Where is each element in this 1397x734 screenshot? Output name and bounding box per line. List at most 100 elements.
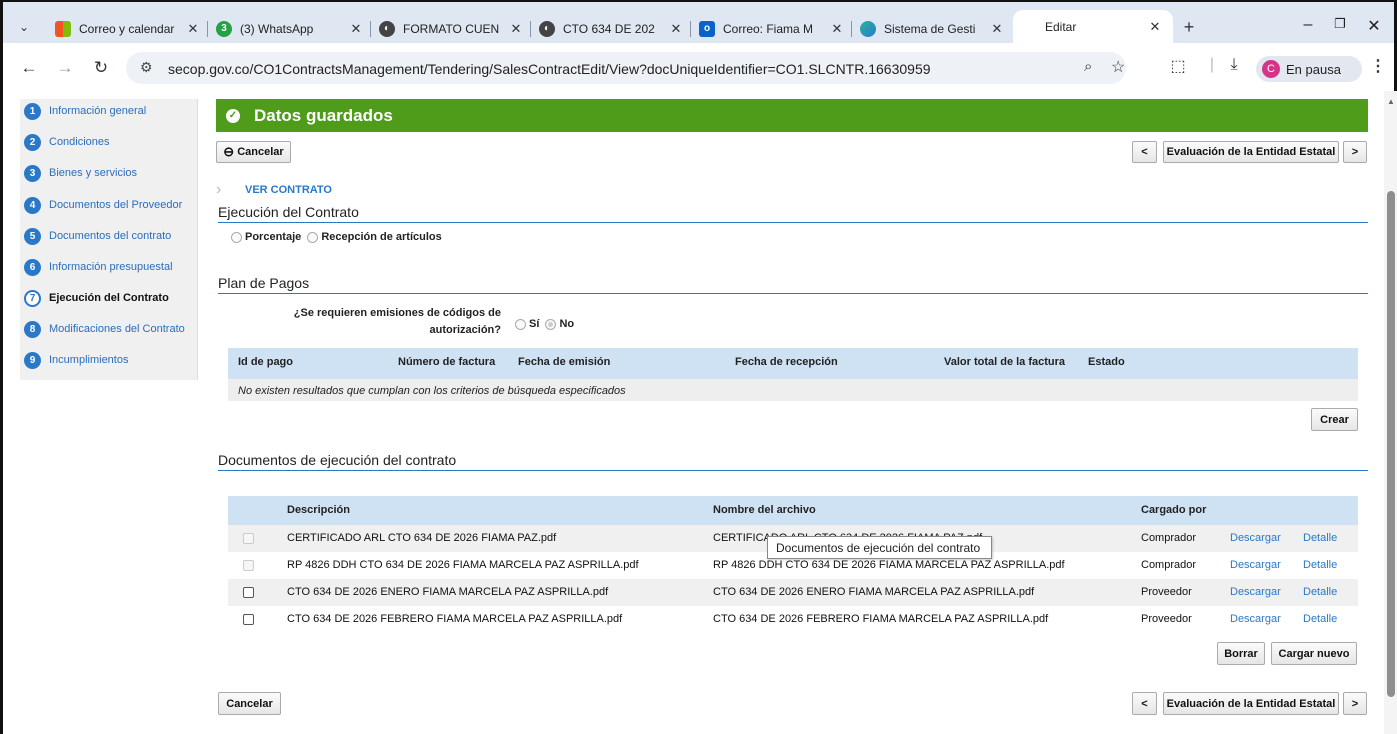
- close-icon[interactable]: ✕: [508, 21, 524, 37]
- sidebar-item-label: Información presupuestal: [49, 261, 173, 273]
- button-label: Cancelar: [237, 146, 284, 158]
- close-icon[interactable]: ✕: [989, 21, 1005, 37]
- cancel-button-bottom[interactable]: Cancelar: [218, 692, 281, 715]
- reload-icon[interactable]: ↻: [91, 58, 111, 78]
- avatar: C: [1262, 60, 1280, 78]
- extensions-icon[interactable]: ⬚: [1167, 56, 1189, 76]
- tab-editar-active[interactable]: Editar ✕: [1013, 10, 1173, 43]
- upload-new-button[interactable]: Cargar nuevo: [1271, 642, 1357, 665]
- row-checkbox[interactable]: [243, 614, 254, 625]
- row-uploaded-by: Proveedor: [1141, 613, 1192, 625]
- minimize-icon[interactable]: –: [1293, 16, 1323, 36]
- ver-contrato-link[interactable]: VER CONTRATO: [245, 184, 332, 196]
- sidebar-item-ejecucion[interactable]: 7 Ejecución del Contrato: [24, 286, 169, 310]
- column-header: Fecha de recepción: [735, 356, 838, 368]
- close-icon[interactable]: ✕: [668, 21, 684, 37]
- detail-link[interactable]: Detalle: [1303, 586, 1337, 598]
- scroll-up-icon[interactable]: ▲: [1387, 97, 1395, 106]
- tab-cto[interactable]: ◐ CTO 634 DE 202 ✕: [539, 15, 684, 42]
- sidebar-item-label: Ejecución del Contrato: [49, 292, 169, 304]
- row-checkbox[interactable]: [243, 533, 254, 544]
- radio-no[interactable]: [545, 318, 557, 330]
- next-step-label-button[interactable]: Evaluación de la Entidad Estatal: [1163, 141, 1339, 163]
- toolbar-divider: |: [1209, 56, 1215, 73]
- prev-step-button[interactable]: <: [1132, 141, 1157, 163]
- profile-button[interactable]: C En pausa: [1256, 56, 1362, 82]
- download-link[interactable]: Descargar: [1230, 532, 1281, 544]
- zoom-icon[interactable]: ⌕: [1084, 58, 1092, 75]
- sidebar-item-documentos-contrato[interactable]: 5 Documentos del contrato: [24, 224, 171, 248]
- step-number: 8: [24, 320, 41, 338]
- tab-whatsapp[interactable]: 3 (3) WhatsApp ✕: [216, 15, 364, 42]
- download-link[interactable]: Descargar: [1230, 559, 1281, 571]
- next-step-label-button-bottom[interactable]: Evaluación de la Entidad Estatal: [1163, 692, 1339, 715]
- browser-toolbar: ← → ↻ ⚙ secop.gov.co/CO1ContractsManagem…: [3, 43, 1394, 93]
- sidebar-item-incumplimientos[interactable]: 9 Incumplimientos: [24, 348, 128, 372]
- column-header: Nombre del archivo: [713, 504, 816, 516]
- close-icon[interactable]: ✕: [348, 21, 364, 37]
- page-content: 1 Información general 2 Condiciones 3 Biene…: [0, 91, 1397, 734]
- prev-step-button-bottom[interactable]: <: [1132, 692, 1157, 715]
- next-step-button[interactable]: >: [1343, 141, 1367, 163]
- sidebar-item-modificaciones[interactable]: 8 Modificaciones del Contrato: [24, 317, 185, 341]
- back-arrow-icon[interactable]: ←: [19, 58, 39, 78]
- tab-title: Correo: Fiama M: [723, 21, 814, 36]
- next-step-button-bottom[interactable]: >: [1343, 692, 1367, 715]
- address-bar[interactable]: ⚙ secop.gov.co/CO1ContractsManagement/Te…: [126, 52, 1126, 84]
- row-description: CERTIFICADO ARL CTO 634 DE 2026 FIAMA PA…: [287, 532, 557, 544]
- success-banner: ✓ Datos guardados: [216, 99, 1368, 132]
- delete-button[interactable]: Borrar: [1217, 642, 1265, 665]
- close-icon[interactable]: ✕: [185, 21, 201, 37]
- tab-sistema[interactable]: Sistema de Gesti ✕: [860, 15, 1005, 42]
- sidebar-item-bienes[interactable]: 3 Bienes y servicios: [24, 161, 137, 185]
- sidebar-item-presupuestal[interactable]: 6 Información presupuestal: [24, 255, 173, 279]
- tab-correo[interactable]: Correo y calendar ✕: [55, 15, 201, 42]
- close-window-icon[interactable]: ✕: [1359, 16, 1389, 36]
- restore-icon[interactable]: ❐: [1325, 16, 1355, 36]
- download-link[interactable]: Descargar: [1230, 586, 1281, 598]
- close-icon[interactable]: ✕: [1147, 19, 1163, 35]
- sidebar-item-label: Bienes y servicios: [49, 167, 138, 179]
- create-button[interactable]: Crear: [1311, 408, 1358, 431]
- sidebar-item-label: Documentos del contrato: [49, 230, 172, 242]
- url-text[interactable]: secop.gov.co/CO1ContractsManagement/Tend…: [168, 61, 931, 77]
- bookmark-star-icon[interactable]: ☆: [1111, 57, 1125, 77]
- forward-arrow-icon[interactable]: →: [55, 58, 75, 78]
- row-checkbox[interactable]: [243, 560, 254, 571]
- scrollbar-thumb[interactable]: [1387, 191, 1395, 697]
- tab-outlook[interactable]: o Correo: Fiama M ✕: [699, 15, 845, 42]
- tab-search-chevron-icon[interactable]: ⌄: [13, 16, 35, 38]
- step-number: 3: [24, 164, 41, 182]
- download-icon[interactable]: ⤓: [1223, 56, 1245, 74]
- sidebar-item-label: Incumplimientos: [49, 354, 129, 366]
- radio-label: Recepción de artículos: [321, 231, 442, 243]
- step-number: 6: [24, 258, 41, 276]
- column-header: Estado: [1088, 356, 1125, 368]
- step-number: 4: [24, 196, 41, 214]
- radio-porcentaje[interactable]: [231, 231, 242, 243]
- radio-recepcion[interactable]: [307, 231, 319, 243]
- sidebar-item-condiciones[interactable]: 2 Condiciones: [24, 130, 110, 154]
- tab-formato[interactable]: ◐ FORMATO CUEN ✕: [379, 15, 524, 42]
- close-icon[interactable]: ✕: [829, 21, 845, 37]
- sidebar-item-documentos-proveedor[interactable]: 4 Documentos del Proveedor: [24, 193, 182, 217]
- detail-link[interactable]: Detalle: [1303, 613, 1337, 625]
- detail-link[interactable]: Detalle: [1303, 559, 1337, 571]
- sidebar-item-label: Documentos del Proveedor: [49, 199, 183, 211]
- menu-kebab-icon[interactable]: ⋮: [1367, 56, 1389, 76]
- cancel-button-top[interactable]: ⊖ Cancelar: [216, 141, 291, 163]
- question-line: ¿Se requieren emisiones de códigos de: [293, 307, 501, 319]
- sidebar-item-label: Información general: [49, 105, 147, 117]
- download-link[interactable]: Descargar: [1230, 613, 1281, 625]
- radio-label: No: [559, 318, 575, 330]
- new-tab-plus-icon[interactable]: +: [1178, 16, 1200, 38]
- column-header: Descripción: [287, 504, 350, 516]
- row-checkbox[interactable]: [243, 587, 254, 598]
- radio-si[interactable]: [515, 318, 526, 330]
- row-filename: CTO 634 DE 2026 ENERO FIAMA MARCELA PAZ …: [713, 586, 1035, 598]
- check-icon: ✓: [226, 108, 240, 123]
- sidebar-item-informacion-general[interactable]: 1 Información general: [24, 99, 146, 123]
- detail-link[interactable]: Detalle: [1303, 532, 1337, 544]
- site-settings-icon[interactable]: ⚙: [140, 59, 153, 76]
- scrollbar[interactable]: ▲: [1384, 91, 1397, 734]
